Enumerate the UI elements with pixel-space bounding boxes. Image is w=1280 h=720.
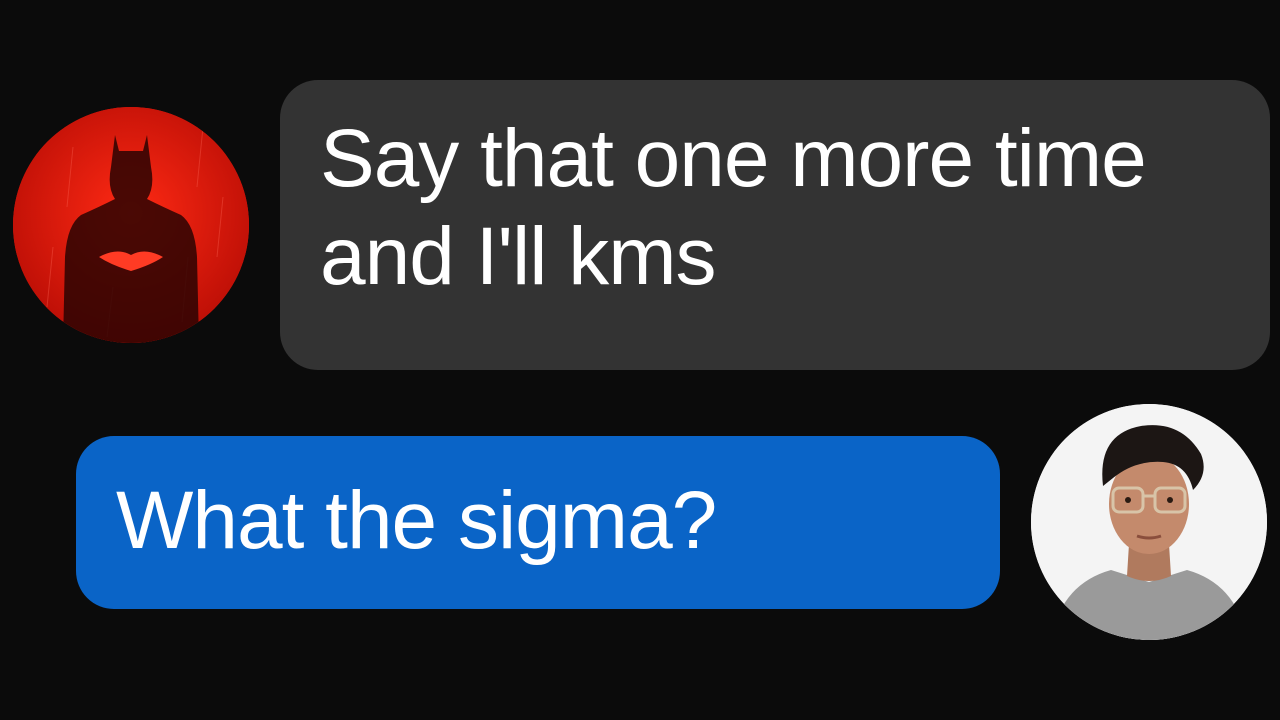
outgoing-avatar xyxy=(1031,404,1267,640)
outgoing-message-text: What the sigma? xyxy=(116,475,717,566)
incoming-message-text: Say that one more time and I'll kms xyxy=(320,113,1147,302)
incoming-avatar xyxy=(13,107,249,343)
chat-thread: Say that one more time and I'll kms What… xyxy=(0,0,1280,720)
incoming-message-bubble: Say that one more time and I'll kms xyxy=(280,80,1270,370)
batman-silhouette-icon xyxy=(13,107,249,343)
person-portrait-icon xyxy=(1031,404,1267,640)
outgoing-message-bubble: What the sigma? xyxy=(76,436,1000,609)
